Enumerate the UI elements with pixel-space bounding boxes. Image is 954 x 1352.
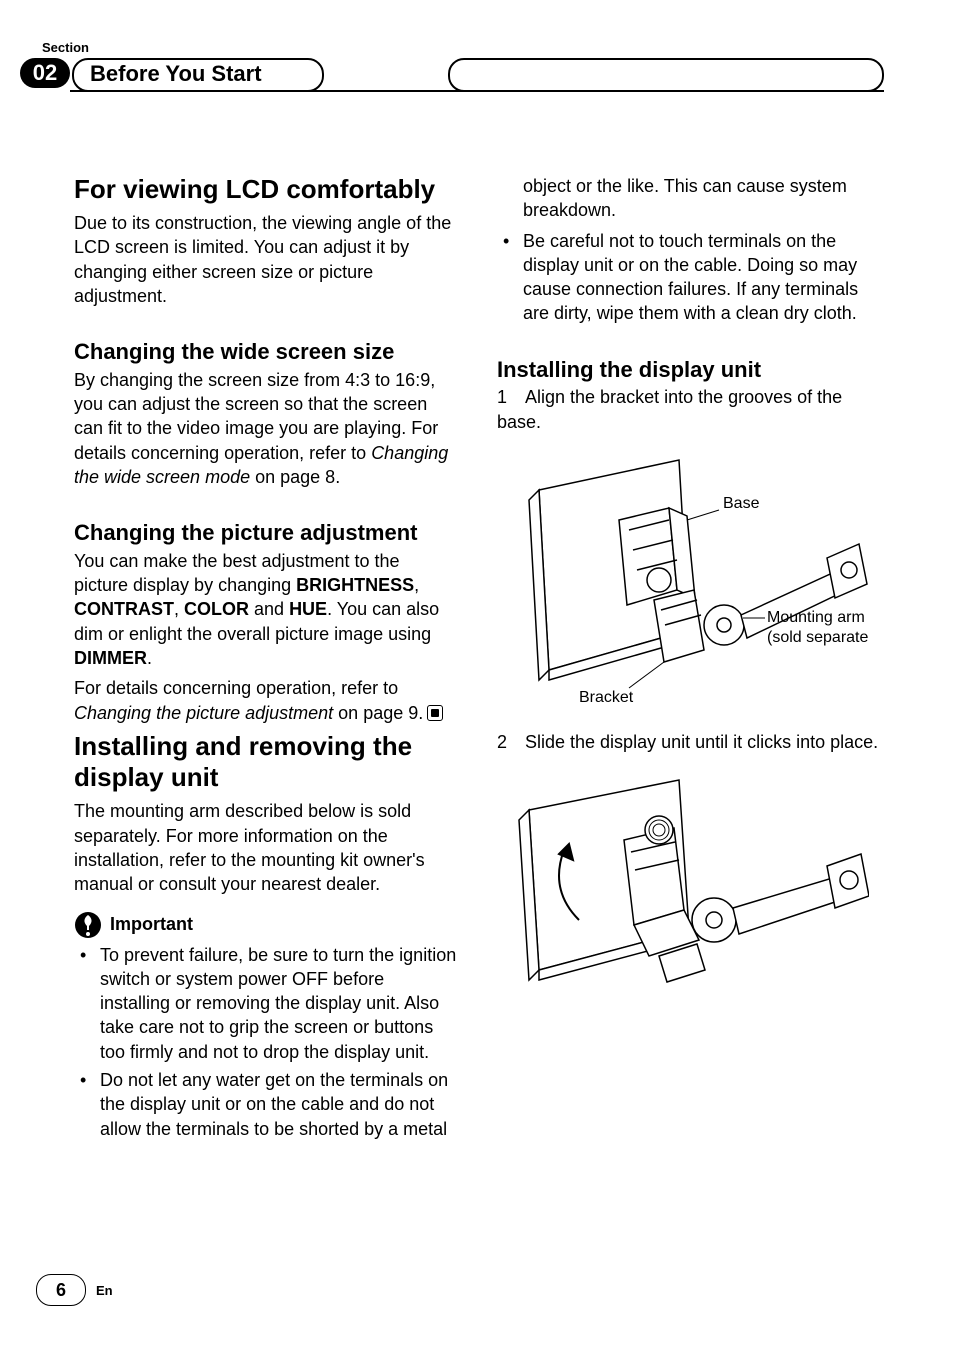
para-wide-screen: By changing the screen size from 4:3 to … (74, 368, 457, 489)
section-label: Section (42, 40, 89, 55)
step-1: 1Align the bracket into the grooves of t… (497, 385, 880, 434)
para-install-remove: The mounting arm described below is sold… (74, 799, 457, 896)
list-item: To prevent failure, be sure to turn the … (74, 943, 457, 1064)
header-rule (70, 90, 884, 92)
page-header: 02 Before You Start (20, 56, 884, 96)
text: on page 8. (250, 467, 340, 487)
para-picture-adjust-ref: For details concerning operation, refer … (74, 676, 457, 725)
important-icon (74, 911, 102, 939)
figure-bracket-base: Base Mounting arm (sold separately) Brac… (497, 450, 880, 710)
text: . (147, 648, 152, 668)
section-number-pill: 02 (20, 58, 70, 88)
important-callout: Important (74, 911, 457, 939)
chapter-title: Before You Start (72, 58, 324, 92)
step-number: 1 (497, 385, 525, 409)
important-bullets-cont: Be careful not to touch terminals on the… (497, 229, 880, 326)
page-number-pill: 6 (36, 1274, 86, 1306)
page-language: En (96, 1276, 113, 1306)
bullet-continuation: object or the like. This can cause syste… (497, 174, 880, 223)
important-bullets: To prevent failure, be sure to turn the … (74, 943, 457, 1141)
step-number: 2 (497, 730, 525, 754)
heading-install-unit: Installing the display unit (497, 356, 880, 384)
figure-slide-unit (497, 770, 880, 990)
term-color: COLOR (184, 599, 249, 619)
term-contrast: CONTRAST (74, 599, 174, 619)
manual-page: Section 02 Before You Start For viewing … (0, 0, 954, 1352)
step-2: 2Slide the display unit until it clicks … (497, 730, 880, 754)
para-viewing-lcd: Due to its construction, the viewing ang… (74, 211, 457, 308)
text: For details concerning operation, refer … (74, 678, 398, 698)
text: and (249, 599, 289, 619)
page-content: For viewing LCD comfortably Due to its c… (74, 174, 880, 1242)
step-text: Slide the display unit until it clicks i… (525, 732, 878, 752)
xref-picture-adjust: Changing the picture adjustment (74, 703, 333, 723)
step-text: Align the bracket into the grooves of th… (497, 387, 842, 431)
header-empty-bubble (448, 58, 884, 92)
heading-picture-adjust: Changing the picture adjustment (74, 519, 457, 547)
para-picture-adjust: You can make the best adjustment to the … (74, 549, 457, 670)
text: , (174, 599, 184, 619)
heading-install-remove: Installing and removing the display unit (74, 731, 457, 793)
fig-label-arm: Mounting arm (767, 609, 865, 626)
text: on page 9. (333, 703, 423, 723)
heading-viewing-lcd: For viewing LCD comfortably (74, 174, 457, 205)
text: , (414, 575, 419, 595)
term-brightness: BRIGHTNESS (296, 575, 414, 595)
list-item: Be careful not to touch terminals on the… (497, 229, 880, 326)
end-mark-icon (427, 705, 443, 721)
heading-wide-screen: Changing the wide screen size (74, 338, 457, 366)
list-item: Do not let any water get on the terminal… (74, 1068, 457, 1141)
term-dimmer: DIMMER (74, 648, 147, 668)
important-label: Important (110, 914, 193, 935)
term-hue: HUE (289, 599, 327, 619)
fig-label-base: Base (723, 495, 760, 512)
fig-label-arm2: (sold separately) (767, 629, 869, 646)
fig-label-bracket: Bracket (579, 689, 634, 706)
